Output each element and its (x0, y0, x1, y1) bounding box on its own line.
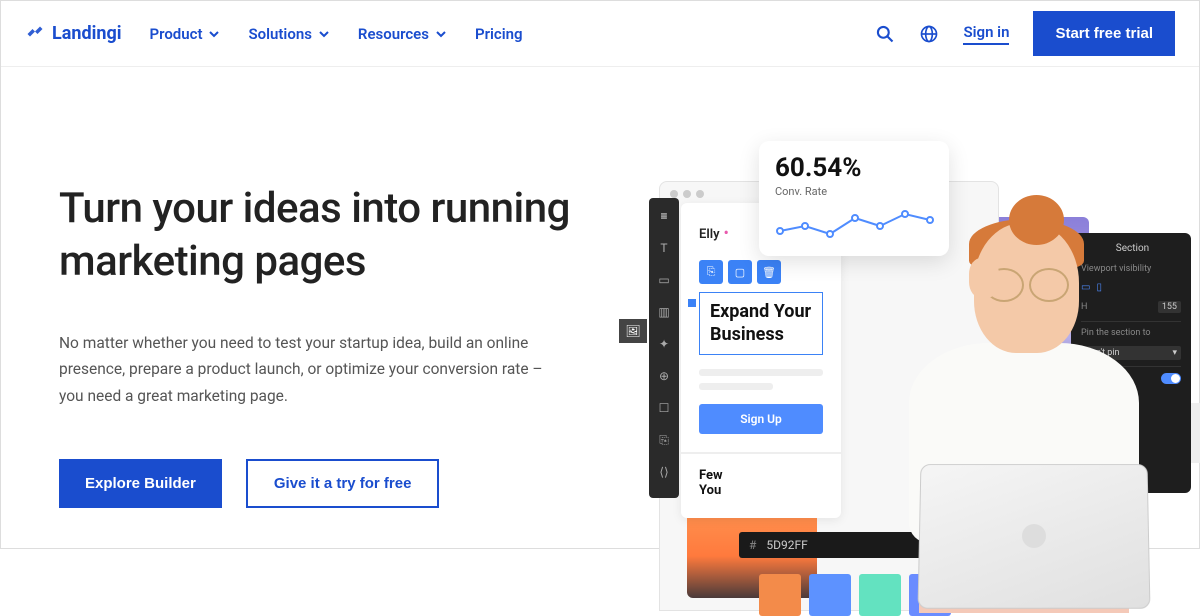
tool-image-flyout-icon[interactable]: 🖼 (619, 319, 647, 343)
chevron-down-icon: ▾ (1172, 348, 1177, 358)
chevron-down-icon (318, 28, 330, 40)
logo[interactable]: Landingi (25, 23, 122, 44)
mockup-story-prefix: Few (699, 468, 823, 483)
tool-code-icon[interactable]: ⟨⟩ (656, 464, 672, 480)
nav-product[interactable]: Product (150, 25, 221, 43)
tool-shape-icon[interactable]: ▭ (656, 272, 672, 288)
globe-icon[interactable] (919, 24, 939, 44)
main-nav: Product Solutions Resources Pricing (150, 25, 523, 43)
hero-illustration: 60.54% Conv. Rate ≡ T ▭ ▥ ✦ ⊕ ☐ ⎘ ⟨⟩ 🖼 (639, 133, 1199, 616)
tool-layers-icon[interactable]: ≡ (656, 208, 672, 224)
mockup-headline-selection[interactable]: Expand Your Business (699, 292, 823, 355)
search-icon[interactable] (875, 24, 895, 44)
mockup-separator (681, 452, 841, 454)
tool-text-icon[interactable]: T (656, 240, 672, 256)
mockup-headline: Expand Your Business (710, 301, 812, 346)
tool-settings-icon[interactable]: ✦ (656, 336, 672, 352)
person-illustration (869, 203, 1169, 616)
nav-solutions-label: Solutions (248, 25, 311, 43)
nav-pricing[interactable]: Pricing (475, 25, 523, 43)
logo-icon (25, 24, 45, 44)
swatch-blue[interactable] (809, 574, 851, 616)
hero-subtitle: No matter whether you need to test your … (59, 330, 559, 409)
nav-resources-label: Resources (358, 25, 429, 43)
delete-icon[interactable]: 🗑 (757, 260, 781, 284)
header-right: Sign in Start free trial (875, 11, 1175, 56)
try-free-button[interactable]: Give it a try for free (246, 459, 440, 508)
chevron-down-icon (208, 28, 220, 40)
hero-text: Turn your ideas into running marketing p… (59, 67, 599, 548)
nav-pricing-label: Pricing (475, 25, 523, 43)
swatch-orange[interactable] (759, 574, 801, 616)
header: Landingi Product Solutions Resources Pri… (1, 1, 1199, 67)
mockup-story-suffix: You (699, 483, 823, 498)
hash-icon: # (749, 538, 756, 552)
editor-toolbar: ≡ T ▭ ▥ ✦ ⊕ ☐ ⎘ ⟨⟩ (649, 198, 679, 498)
chevron-down-icon (435, 28, 447, 40)
conversion-label: Conv. Rate (775, 185, 933, 198)
mockup-brand-dot: • (724, 223, 729, 242)
tool-image-icon[interactable]: ▥ (656, 304, 672, 320)
conversion-value: 60.54% (775, 153, 933, 183)
duplicate-icon[interactable]: ▢ (728, 260, 752, 284)
nav-solutions[interactable]: Solutions (248, 25, 329, 43)
header-left: Landingi Product Solutions Resources Pri… (25, 23, 523, 44)
tool-frame-icon[interactable]: ☐ (656, 400, 672, 416)
brand-text: Landingi (52, 23, 122, 44)
sign-in-link[interactable]: Sign in (963, 23, 1009, 45)
laptop-icon (918, 464, 1151, 609)
hero-title: Turn your ideas into running marketing p… (59, 183, 599, 288)
tool-link-icon[interactable]: ⎘ (656, 432, 672, 448)
start-free-trial-button[interactable]: Start free trial (1033, 11, 1175, 56)
nav-product-label: Product (150, 25, 203, 43)
nav-resources[interactable]: Resources (358, 25, 447, 43)
hex-value: 5D92FF (766, 538, 807, 552)
mockup-brand-text: Elly (699, 227, 720, 242)
hero-buttons: Explore Builder Give it a try for free (59, 459, 599, 508)
explore-builder-button[interactable]: Explore Builder (59, 459, 222, 508)
mockup-actions: ⎘ ▢ 🗑 (699, 260, 823, 284)
tool-plus-icon[interactable]: ⊕ (656, 368, 672, 384)
hero: Turn your ideas into running marketing p… (1, 67, 1199, 548)
copy-icon[interactable]: ⎘ (699, 260, 723, 284)
mockup-signup-button[interactable]: Sign Up (699, 404, 823, 434)
mockup-paragraph-placeholder (699, 369, 823, 390)
